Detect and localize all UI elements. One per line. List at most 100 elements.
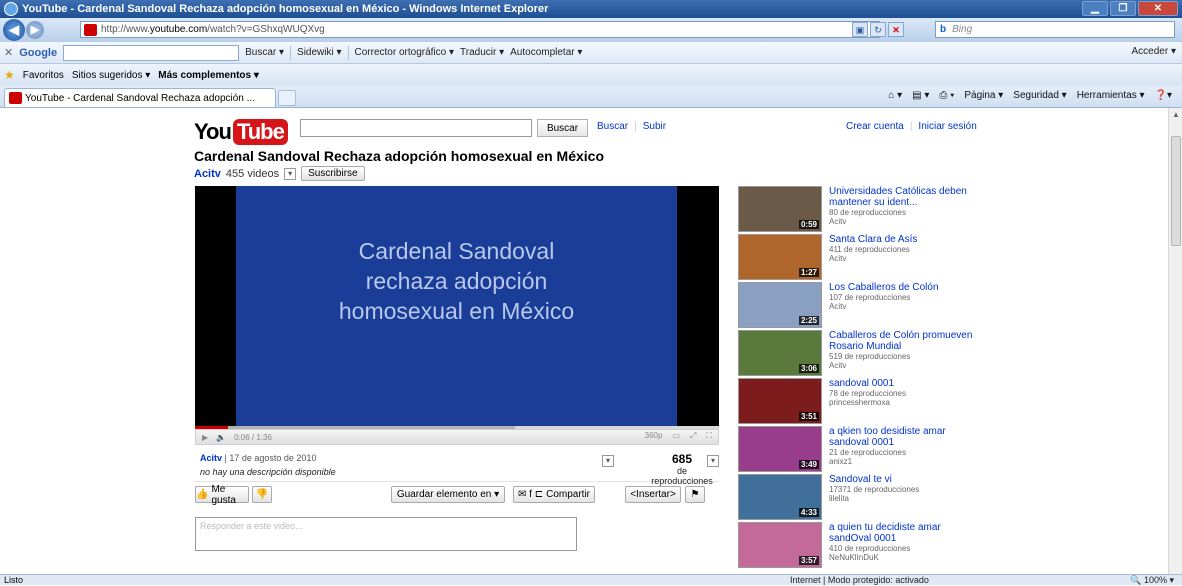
related-video-item[interactable]: 1:27 Santa Clara de Asís 411 de reproducci… [738, 234, 978, 282]
play-icon[interactable]: ▶ [202, 433, 208, 442]
embed-button[interactable]: <Insertar> [625, 486, 681, 503]
comment-input[interactable]: Responder a este video... [195, 517, 577, 551]
page-menu[interactable]: Página ▾ [964, 90, 1003, 101]
related-video-item[interactable]: 3:49 a qkien too desidiste amar sandoval … [738, 426, 978, 474]
youtube-search-input[interactable] [300, 119, 532, 137]
player-controls: ▶ 🔈 0:06 / 1:36 360p ▭ ⤢ ⛶ [195, 429, 719, 445]
related-video-thumbnail[interactable]: 3:51 [738, 378, 822, 424]
forward-button[interactable]: ▶ [26, 21, 44, 39]
related-video-item[interactable]: 3:51 sandoval 0001 78 de reproducciones pri… [738, 378, 978, 426]
browse-link[interactable]: Buscar [597, 121, 628, 132]
google-search-input[interactable] [63, 44, 240, 61]
related-video-item[interactable]: 3:06 Caballeros de Colón promueven Rosari… [738, 330, 978, 378]
related-video-thumbnail[interactable]: 3:57 [738, 522, 822, 568]
related-video-thumbnail[interactable]: 4:33 [738, 474, 822, 520]
toolbar-close-icon[interactable]: ✕ [4, 46, 13, 59]
stop-icon[interactable]: ✕ [888, 22, 904, 37]
print-icon[interactable]: ⎙ ▾ [939, 90, 954, 101]
uploader-link[interactable]: Acitv [200, 453, 222, 463]
window-titlebar: YouTube - Cardenal Sandoval Rechaza adop… [0, 0, 1182, 18]
scroll-thumb[interactable] [1171, 136, 1181, 246]
related-video-thumbnail[interactable]: 0:59 [738, 186, 822, 232]
translate-button[interactable]: Traducir ▾ [460, 47, 504, 58]
channel-dropdown-icon[interactable]: ▾ [284, 167, 297, 180]
related-video-user[interactable]: Acitv [829, 254, 979, 263]
popout-icon[interactable]: ▭ [672, 431, 680, 441]
refresh-icon[interactable]: ↻ [870, 22, 886, 37]
favorites-button[interactable]: Favoritos [23, 70, 64, 81]
dislike-button[interactable]: 👎 [252, 486, 272, 503]
scroll-up-icon[interactable]: ▲ [1172, 110, 1180, 119]
related-video-title[interactable]: a quien tu decidiste amar sandOval 0001 [829, 522, 979, 544]
related-video-thumbnail[interactable]: 3:06 [738, 330, 822, 376]
zoom-level[interactable]: 🔍 100% ▾ [1130, 575, 1174, 586]
home-icon[interactable]: ⌂ ▾ [888, 90, 902, 101]
new-tab-button[interactable] [278, 90, 296, 106]
expand-icon[interactable]: ⤢ [690, 431, 696, 441]
back-button[interactable]: ◀ [3, 19, 25, 41]
related-video-info: Sandoval te vi 17371 de reproducciones lil… [829, 474, 979, 503]
compat-view-icon[interactable]: ▣ [852, 22, 868, 37]
like-button[interactable]: 👍 Me gusta [195, 484, 249, 506]
related-video-item[interactable]: 0:59 Universidades Católicas deben manten… [738, 186, 978, 234]
google-signin-button[interactable]: Acceder ▾ [1132, 46, 1176, 57]
minimize-button[interactable]: ▁ [1082, 1, 1108, 16]
related-video-title[interactable]: Sandoval te vi [829, 474, 979, 485]
close-button[interactable]: ✕ [1138, 1, 1178, 16]
autofill-button[interactable]: Autocompletar ▾ [510, 47, 582, 58]
security-zone[interactable]: Internet | Modo protegido: activado [790, 575, 929, 585]
upload-date: 17 de agosto de 2010 [229, 453, 317, 463]
more-addons-button[interactable]: Más complementos ▾ [158, 70, 259, 81]
related-video-item[interactable]: 4:33 Sandoval te vi 17371 de reproduccione… [738, 474, 978, 522]
related-video-user[interactable]: anixz1 [829, 457, 979, 466]
stats-icon[interactable]: ▾ [707, 455, 719, 467]
related-video-user[interactable]: NeNuKlInDuK [829, 553, 979, 562]
link-divider: | [909, 121, 913, 132]
maximize-button[interactable]: ❐ [1110, 1, 1136, 16]
related-video-user[interactable]: Acitv [829, 217, 979, 226]
related-video-thumbnail[interactable]: 2:25 [738, 282, 822, 328]
subscribe-button[interactable]: Suscribirse [301, 166, 365, 181]
sign-in-link[interactable]: Iniciar sesión [918, 121, 976, 132]
youtube-search-button[interactable]: Buscar [537, 119, 588, 137]
feeds-icon[interactable]: ▤ ▾ [912, 90, 929, 101]
more-info-icon[interactable]: ▾ [602, 455, 614, 467]
tools-menu[interactable]: Herramientas ▾ [1077, 90, 1145, 101]
related-video-title[interactable]: a qkien too desidiste amar sandoval 0001 [829, 426, 979, 448]
create-account-link[interactable]: Crear cuenta [846, 121, 904, 132]
browser-tab[interactable]: YouTube - Cardenal Sandoval Rechaza adop… [4, 88, 276, 107]
volume-icon[interactable]: 🔈 [216, 433, 226, 442]
safety-menu[interactable]: Seguridad ▾ [1013, 90, 1066, 101]
suggested-sites-button[interactable]: Sitios sugeridos ▾ [72, 70, 150, 81]
vertical-scrollbar[interactable]: ▲ [1168, 108, 1182, 574]
flag-button[interactable]: ⚑ [685, 486, 705, 503]
related-video-thumbnail[interactable]: 3:49 [738, 426, 822, 472]
bing-search-box[interactable]: b Bing [935, 21, 1175, 38]
related-video-thumbnail[interactable]: 1:27 [738, 234, 822, 280]
fullscreen-icon[interactable]: ⛶ [706, 431, 712, 441]
related-video-item[interactable]: 3:57 a quien tu decidiste amar sandOval 0… [738, 522, 978, 570]
google-search-button[interactable]: Buscar ▾ [245, 47, 284, 58]
channel-link[interactable]: Acitv [194, 168, 221, 180]
related-video-title[interactable]: Universidades Católicas deben mantener s… [829, 186, 979, 208]
related-video-user[interactable]: princesshermoxa [829, 398, 979, 407]
address-bar[interactable]: http://www. youtube.com/watch?v=GShxqWUQX… [80, 21, 880, 38]
related-video-user[interactable]: Acitv [829, 302, 979, 311]
related-video-user[interactable]: lilelita [829, 494, 979, 503]
upload-link[interactable]: Subir [643, 121, 666, 132]
related-video-title[interactable]: Santa Clara de Asís [829, 234, 979, 245]
sidewiki-button[interactable]: Sidewiki ▾ [297, 47, 341, 58]
related-video-title[interactable]: sandoval 0001 [829, 378, 979, 389]
related-video-item[interactable]: 2:25 Los Caballeros de Colón 107 de reprod… [738, 282, 978, 330]
help-icon[interactable]: ❓▾ [1155, 90, 1172, 101]
related-video-title[interactable]: Los Caballeros de Colón [829, 282, 979, 293]
save-to-button[interactable]: Guardar elemento en ▾ [391, 486, 505, 503]
spellcheck-button[interactable]: Corrector ortográfico ▾ [355, 47, 455, 58]
video-player[interactable]: Cardenal Sandoval rechaza adopción homos… [195, 186, 719, 429]
share-button[interactable]: ✉ f ⊏ Compartir [513, 486, 595, 503]
related-video-user[interactable]: Acitv [829, 361, 979, 370]
related-video-title[interactable]: Caballeros de Colón promueven Rosario Mu… [829, 330, 979, 352]
quality-button[interactable]: 360p [645, 431, 663, 441]
youtube-logo[interactable]: You Tube [194, 118, 288, 145]
link-divider: | [634, 121, 637, 132]
